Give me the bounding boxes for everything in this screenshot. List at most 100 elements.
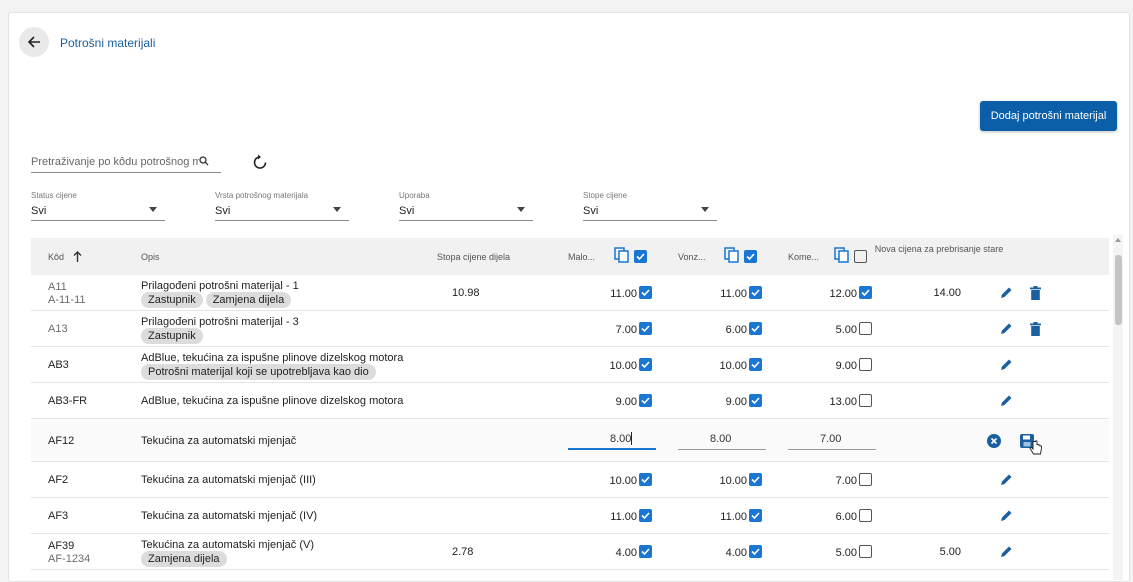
checkbox-empty-icon[interactable]	[859, 509, 872, 522]
row-code-alt: AF-1234	[48, 553, 91, 565]
commercial-price: 6.00	[835, 511, 857, 523]
row-description: AdBlue, tekućina za ispušne plinove dize…	[141, 352, 404, 364]
checkbox-empty-icon[interactable]	[859, 473, 872, 486]
table-row[interactable]: A11 A-11-11 Prilagođeni potrošni materijal…	[31, 275, 1109, 311]
checkbox-checked-icon[interactable]	[639, 394, 652, 407]
col-retail-header: Malo...	[568, 252, 596, 262]
copy-icon[interactable]	[614, 247, 629, 263]
refresh-icon[interactable]	[253, 154, 267, 170]
caret-down-icon	[517, 207, 525, 212]
wholesale-price: 9.00	[725, 396, 747, 408]
pencil-icon[interactable]	[999, 509, 1013, 523]
commercial-price: 5.00	[835, 547, 857, 559]
copy-icon[interactable]	[834, 247, 849, 263]
filter-label: Vrsta potrošnog materijala	[215, 191, 309, 200]
checkbox-checked-icon[interactable]	[859, 286, 872, 299]
table-row[interactable]: AF39 AF-1234 Tekućina za automatski mjenja…	[31, 534, 1109, 570]
commercial-price-value: 7.00	[820, 433, 842, 445]
filter-label: Stope cijene	[583, 191, 628, 200]
checkbox-empty-icon[interactable]	[859, 394, 872, 407]
trash-icon[interactable]	[1030, 286, 1041, 300]
checkbox-checked-icon[interactable]	[639, 473, 652, 486]
retail-price-input[interactable]: 8.00	[568, 430, 656, 450]
checkbox-checked-icon[interactable]	[749, 322, 762, 335]
checkbox-checked-icon[interactable]	[749, 473, 762, 486]
filter-consumable-type[interactable]: Vrsta potrošnog materijala Svi	[215, 191, 349, 221]
col-rate-header: Stopa cijene dijela	[437, 252, 511, 262]
commercial-price: 7.00	[835, 475, 857, 487]
table-row[interactable]: AB3 AdBlue, tekućina za ispušne plinove d…	[31, 347, 1109, 383]
scroll-up-icon[interactable]	[1115, 238, 1121, 242]
tag-chip: Zastupnik	[141, 292, 203, 308]
trash-icon[interactable]	[1030, 322, 1041, 336]
checkbox-checked-icon[interactable]	[749, 394, 762, 407]
hand-cursor-icon	[1029, 440, 1042, 455]
tag-chip: Zastupnik	[141, 328, 203, 344]
wholesale-price-value: 8.00	[710, 433, 732, 445]
col-code-header[interactable]: Kôd	[48, 252, 64, 262]
filter-price-rates[interactable]: Stope cijene Svi	[583, 191, 717, 221]
search-field[interactable]	[31, 151, 221, 173]
commercial-price-input[interactable]: 7.00	[788, 430, 876, 450]
wholesale-price-input[interactable]: 8.00	[678, 430, 766, 450]
search-input[interactable]	[31, 156, 199, 168]
col-desc-header: Opis	[141, 252, 160, 262]
checkbox-checked-icon[interactable]	[639, 545, 652, 558]
scrollbar[interactable]	[1113, 235, 1123, 580]
checkbox-checked-icon[interactable]	[744, 250, 757, 263]
copy-icon[interactable]	[724, 247, 739, 263]
table-row[interactable]: AF12 Tekućina za automatski mjenjač 8.00 8.…	[31, 419, 1109, 462]
table-row[interactable]: AF2 Tekućina za automatski mjenjač (III) 1…	[31, 462, 1109, 498]
checkbox-checked-icon[interactable]	[634, 250, 647, 263]
filter-usage[interactable]: Uporaba Svi	[399, 191, 533, 221]
checkbox-checked-icon[interactable]	[749, 286, 762, 299]
caret-down-icon	[149, 207, 157, 212]
row-description: Prilagođeni potrošni materijal - 1	[141, 280, 299, 292]
pencil-icon[interactable]	[999, 473, 1013, 487]
wholesale-price: 6.00	[725, 324, 747, 336]
retail-price: 10.00	[609, 360, 637, 372]
scrollbar-thumb[interactable]	[1115, 255, 1122, 325]
back-button[interactable]	[19, 27, 49, 57]
filter-value: Svi	[31, 205, 47, 217]
add-consumable-button[interactable]: Dodaj potrošni materijal	[980, 101, 1117, 131]
checkbox-empty-icon[interactable]	[859, 545, 872, 558]
table-row[interactable]: AB3-FR AdBlue, tekućina za ispušne plinov…	[31, 383, 1109, 419]
retail-price: 11.00	[610, 511, 637, 523]
row-code-alt: A-11-11	[48, 294, 86, 306]
arrow-up-icon[interactable]	[73, 251, 82, 262]
checkbox-checked-icon[interactable]	[639, 358, 652, 371]
pencil-icon[interactable]	[999, 358, 1013, 372]
row-description: Tekućina za automatski mjenjač	[141, 435, 297, 447]
checkbox-empty-icon[interactable]	[859, 322, 872, 335]
checkbox-checked-icon[interactable]	[749, 358, 762, 371]
commercial-price: 13.00	[829, 396, 857, 408]
checkbox-empty-icon[interactable]	[859, 358, 872, 371]
filter-price-status[interactable]: Status cijene Svi	[31, 191, 165, 221]
table-row[interactable]: AF3 Tekućina za automatski mjenjač (IV) 11…	[31, 498, 1109, 534]
wholesale-price: 4.00	[725, 547, 747, 559]
text-caret	[631, 432, 632, 445]
retail-price: 11.00	[610, 288, 637, 300]
wholesale-price: 11.00	[720, 288, 747, 300]
checkbox-checked-icon[interactable]	[749, 545, 762, 558]
checkbox-checked-icon[interactable]	[749, 509, 762, 522]
pencil-icon[interactable]	[999, 322, 1013, 336]
pencil-icon[interactable]	[999, 394, 1013, 408]
col-commercial-header: Kome...	[788, 252, 820, 262]
filter-value: Svi	[583, 205, 599, 217]
table-header: Kôd Opis Stopa cijene dijela Malo... Von…	[31, 238, 1109, 275]
caret-down-icon	[333, 207, 341, 212]
checkbox-checked-icon[interactable]	[639, 286, 652, 299]
wholesale-price: 10.00	[719, 475, 747, 487]
row-code: AB3	[48, 359, 69, 371]
checkbox-checked-icon[interactable]	[639, 322, 652, 335]
pencil-icon[interactable]	[999, 545, 1013, 559]
checkbox-checked-icon[interactable]	[639, 509, 652, 522]
pencil-icon[interactable]	[999, 286, 1013, 300]
filter-value: Svi	[399, 205, 415, 217]
cancel-icon[interactable]	[987, 434, 1001, 448]
checkbox-empty-icon[interactable]	[854, 250, 867, 263]
table-row[interactable]: A13 Prilagođeni potrošni materijal - 3 Zas…	[31, 311, 1109, 347]
row-code: AF3	[48, 510, 69, 522]
